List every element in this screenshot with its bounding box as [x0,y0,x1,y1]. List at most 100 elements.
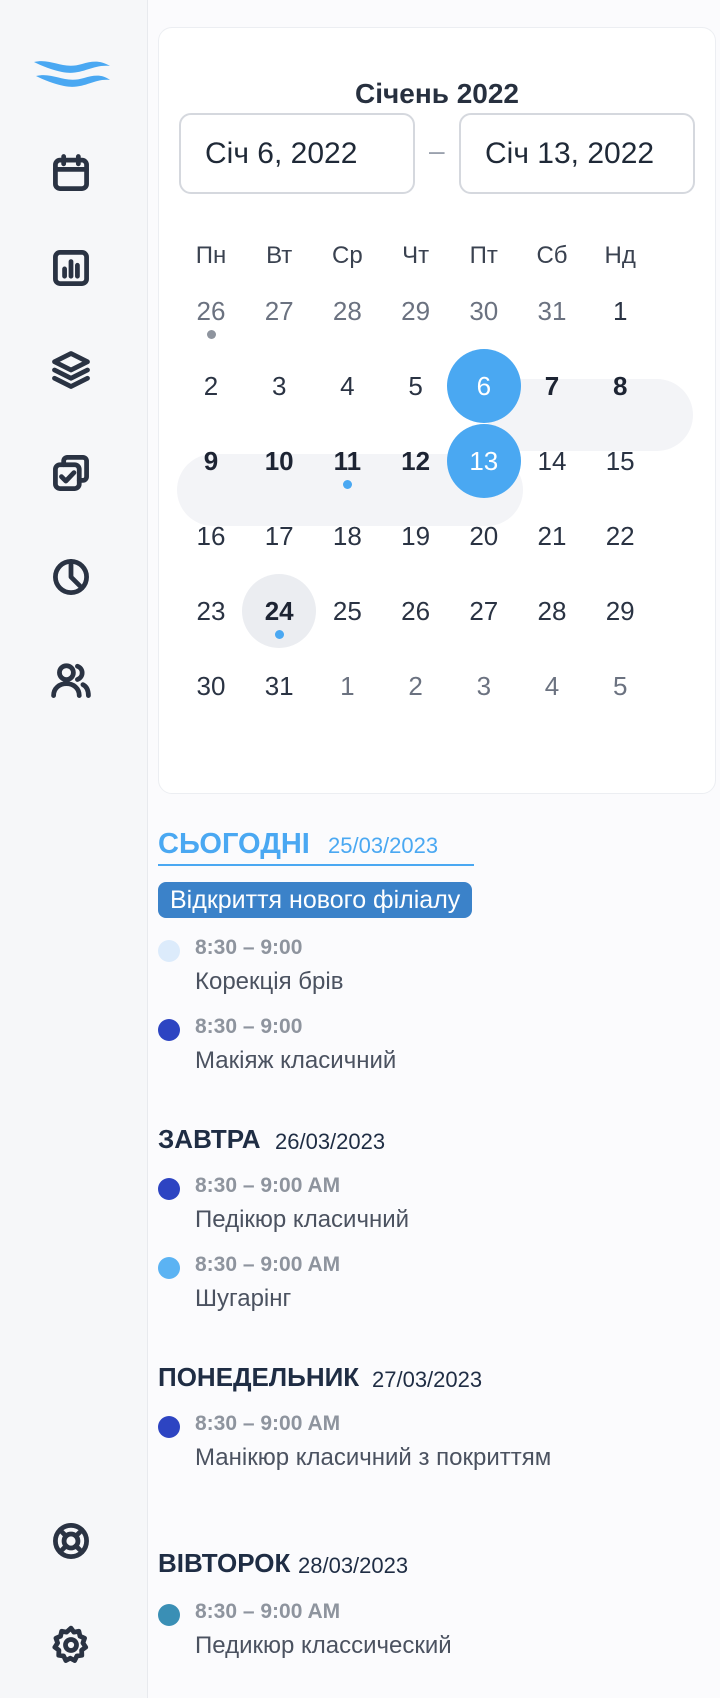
calendar-day[interactable]: 4 [310,349,384,423]
calendar-day[interactable]: 4 [515,649,589,723]
calendar-day[interactable]: 19 [379,499,453,573]
calendar-day[interactable]: 13 [446,424,521,498]
calendar-day[interactable]: 5 [379,349,453,423]
calendar-month-title: Січень 2022 [354,78,520,109]
calendar-day-number: 11 [333,445,362,476]
tomorrow-heading: ЗАВТРА [158,1124,261,1154]
layers-icon[interactable] [46,345,96,395]
calendar-day[interactable]: 18 [310,499,384,573]
calendar-day[interactable]: 21 [515,499,589,573]
calendar-day[interactable]: 29 [583,574,657,648]
calendar-day[interactable]: 3 [447,649,521,723]
tuesday-date: 28/03/2023 [298,1553,409,1578]
calendar-day[interactable]: 24 [242,574,317,648]
calendar-day[interactable]: 6 [446,349,521,423]
event-item[interactable]: 8:30 – 9:00 AM Педикюр классический [158,1600,698,1670]
tasks-icon[interactable] [46,448,96,498]
calendar-day-number: 12 [401,445,431,476]
event-indicator-dot [274,630,284,639]
calendar-day-number: 2 [203,370,219,401]
monday-date: 27/03/2023 [372,1367,483,1392]
calendar-day[interactable]: 5 [583,649,657,723]
event-color-dot [158,1416,180,1438]
calendar-day[interactable]: 1 [310,649,384,723]
event-time: 8:30 – 9:00 AM [195,1412,341,1435]
calendar-day[interactable]: 27 [242,274,316,348]
calendar-day[interactable]: 2 [174,349,248,423]
calendar-day-number: 2 [408,670,423,701]
calendar-day[interactable]: 27 [447,574,521,648]
calendar-day-number: 27 [264,295,294,326]
calendar-day[interactable]: 28 [515,574,589,648]
lifebuoy-icon[interactable] [46,1516,96,1566]
calendar-day[interactable]: 28 [310,274,384,348]
calendar-day-number: 7 [544,370,560,401]
calendar-day[interactable]: 7 [515,349,589,423]
start-date-input[interactable]: Січ 6, 2022 [179,113,415,194]
calendar-card: Січень 2022 Січ 6, 2022 – Січ 13, 2022 П… [158,27,716,794]
calendar-day-number: 19 [401,520,431,551]
bar-chart-icon[interactable] [46,243,96,293]
calendar-day-number: 24 [264,595,294,626]
calendar-day[interactable]: 2 [379,649,453,723]
calendar-day-number: 1 [612,295,628,326]
calendar-day[interactable]: 17 [242,499,316,573]
all-day-event-badge[interactable]: Відкриття нового філіалу [158,882,473,918]
end-date-input[interactable]: Січ 13, 2022 [459,113,695,194]
calendar-day-number: 10 [264,445,294,476]
calendar-day-number: 28 [332,295,362,326]
calendar-day[interactable]: 16 [174,499,248,573]
event-item[interactable]: 8:30 – 9:00 AM Шугарінг [158,1253,698,1323]
calendar-day-number: 17 [264,520,294,551]
event-time: 8:30 – 9:00 AM [195,1253,341,1276]
calendar-day[interactable]: 20 [447,499,521,573]
calendar-day-number: 23 [196,595,226,626]
calendar-day[interactable]: 22 [583,499,657,573]
calendar-day-number: 29 [605,595,635,626]
calendar-day[interactable]: 14 [515,424,589,498]
event-item[interactable]: 8:30 – 9:00 Макіяж класичний [158,1015,698,1085]
calendar-day[interactable]: 25 [310,574,384,648]
weekday-label: Сб [536,242,568,269]
weekday-label: Пн [195,242,227,269]
calendar-day[interactable]: 1 [583,274,657,348]
wave-logo[interactable] [32,56,112,96]
calendar-day[interactable]: 29 [379,274,453,348]
calendar-day-number: 31 [537,295,567,326]
calendar-day[interactable]: 31 [242,649,316,723]
event-item[interactable]: 8:30 – 9:00 AM Манікюр класичний з покри… [158,1412,698,1482]
calendar-day[interactable]: 31 [515,274,589,348]
weekday-label: Чт [402,242,430,269]
calendar-day[interactable]: 11 [310,424,384,498]
calendar-day[interactable]: 30 [447,274,521,348]
event-color-dot [158,1604,180,1626]
calendar-day-number: 27 [469,595,499,626]
weekday-label: Вт [266,242,293,269]
calendar-day-number: 25 [332,595,362,626]
event-time: 8:30 – 9:00 AM [195,1174,341,1197]
event-item[interactable]: 8:30 – 9:00 AM Педікюр класичний [158,1174,698,1244]
calendar-day[interactable]: 12 [379,424,453,498]
event-color-dot [158,940,180,962]
calendar-day-number: 15 [605,445,635,476]
calendar-day[interactable]: 9 [174,424,248,498]
calendar-day-number: 18 [332,520,362,551]
calendar-day[interactable]: 26 [379,574,453,648]
sidebar [0,0,148,1698]
calendar-day[interactable]: 30 [174,649,248,723]
calendar-day[interactable]: 15 [583,424,657,498]
calendar-day-number: 5 [612,670,628,701]
calendar-day[interactable]: 8 [583,349,657,423]
calendar-icon[interactable] [46,148,96,198]
monday-heading: ПОНЕДЕЛЬНИК [158,1362,360,1392]
gear-icon[interactable] [46,1620,96,1670]
event-time: 8:30 – 9:00 [195,936,303,959]
calendar-day[interactable]: 23 [174,574,248,648]
users-icon[interactable] [46,655,96,705]
event-item[interactable]: 8:30 – 9:00 Корекція брів [158,936,698,1006]
calendar-day[interactable]: 3 [242,349,316,423]
calendar-day[interactable]: 10 [242,424,316,498]
calendar-day[interactable]: 26 [174,274,248,348]
event-time: 8:30 – 9:00 [195,1015,303,1038]
pie-chart-icon[interactable] [46,552,96,602]
